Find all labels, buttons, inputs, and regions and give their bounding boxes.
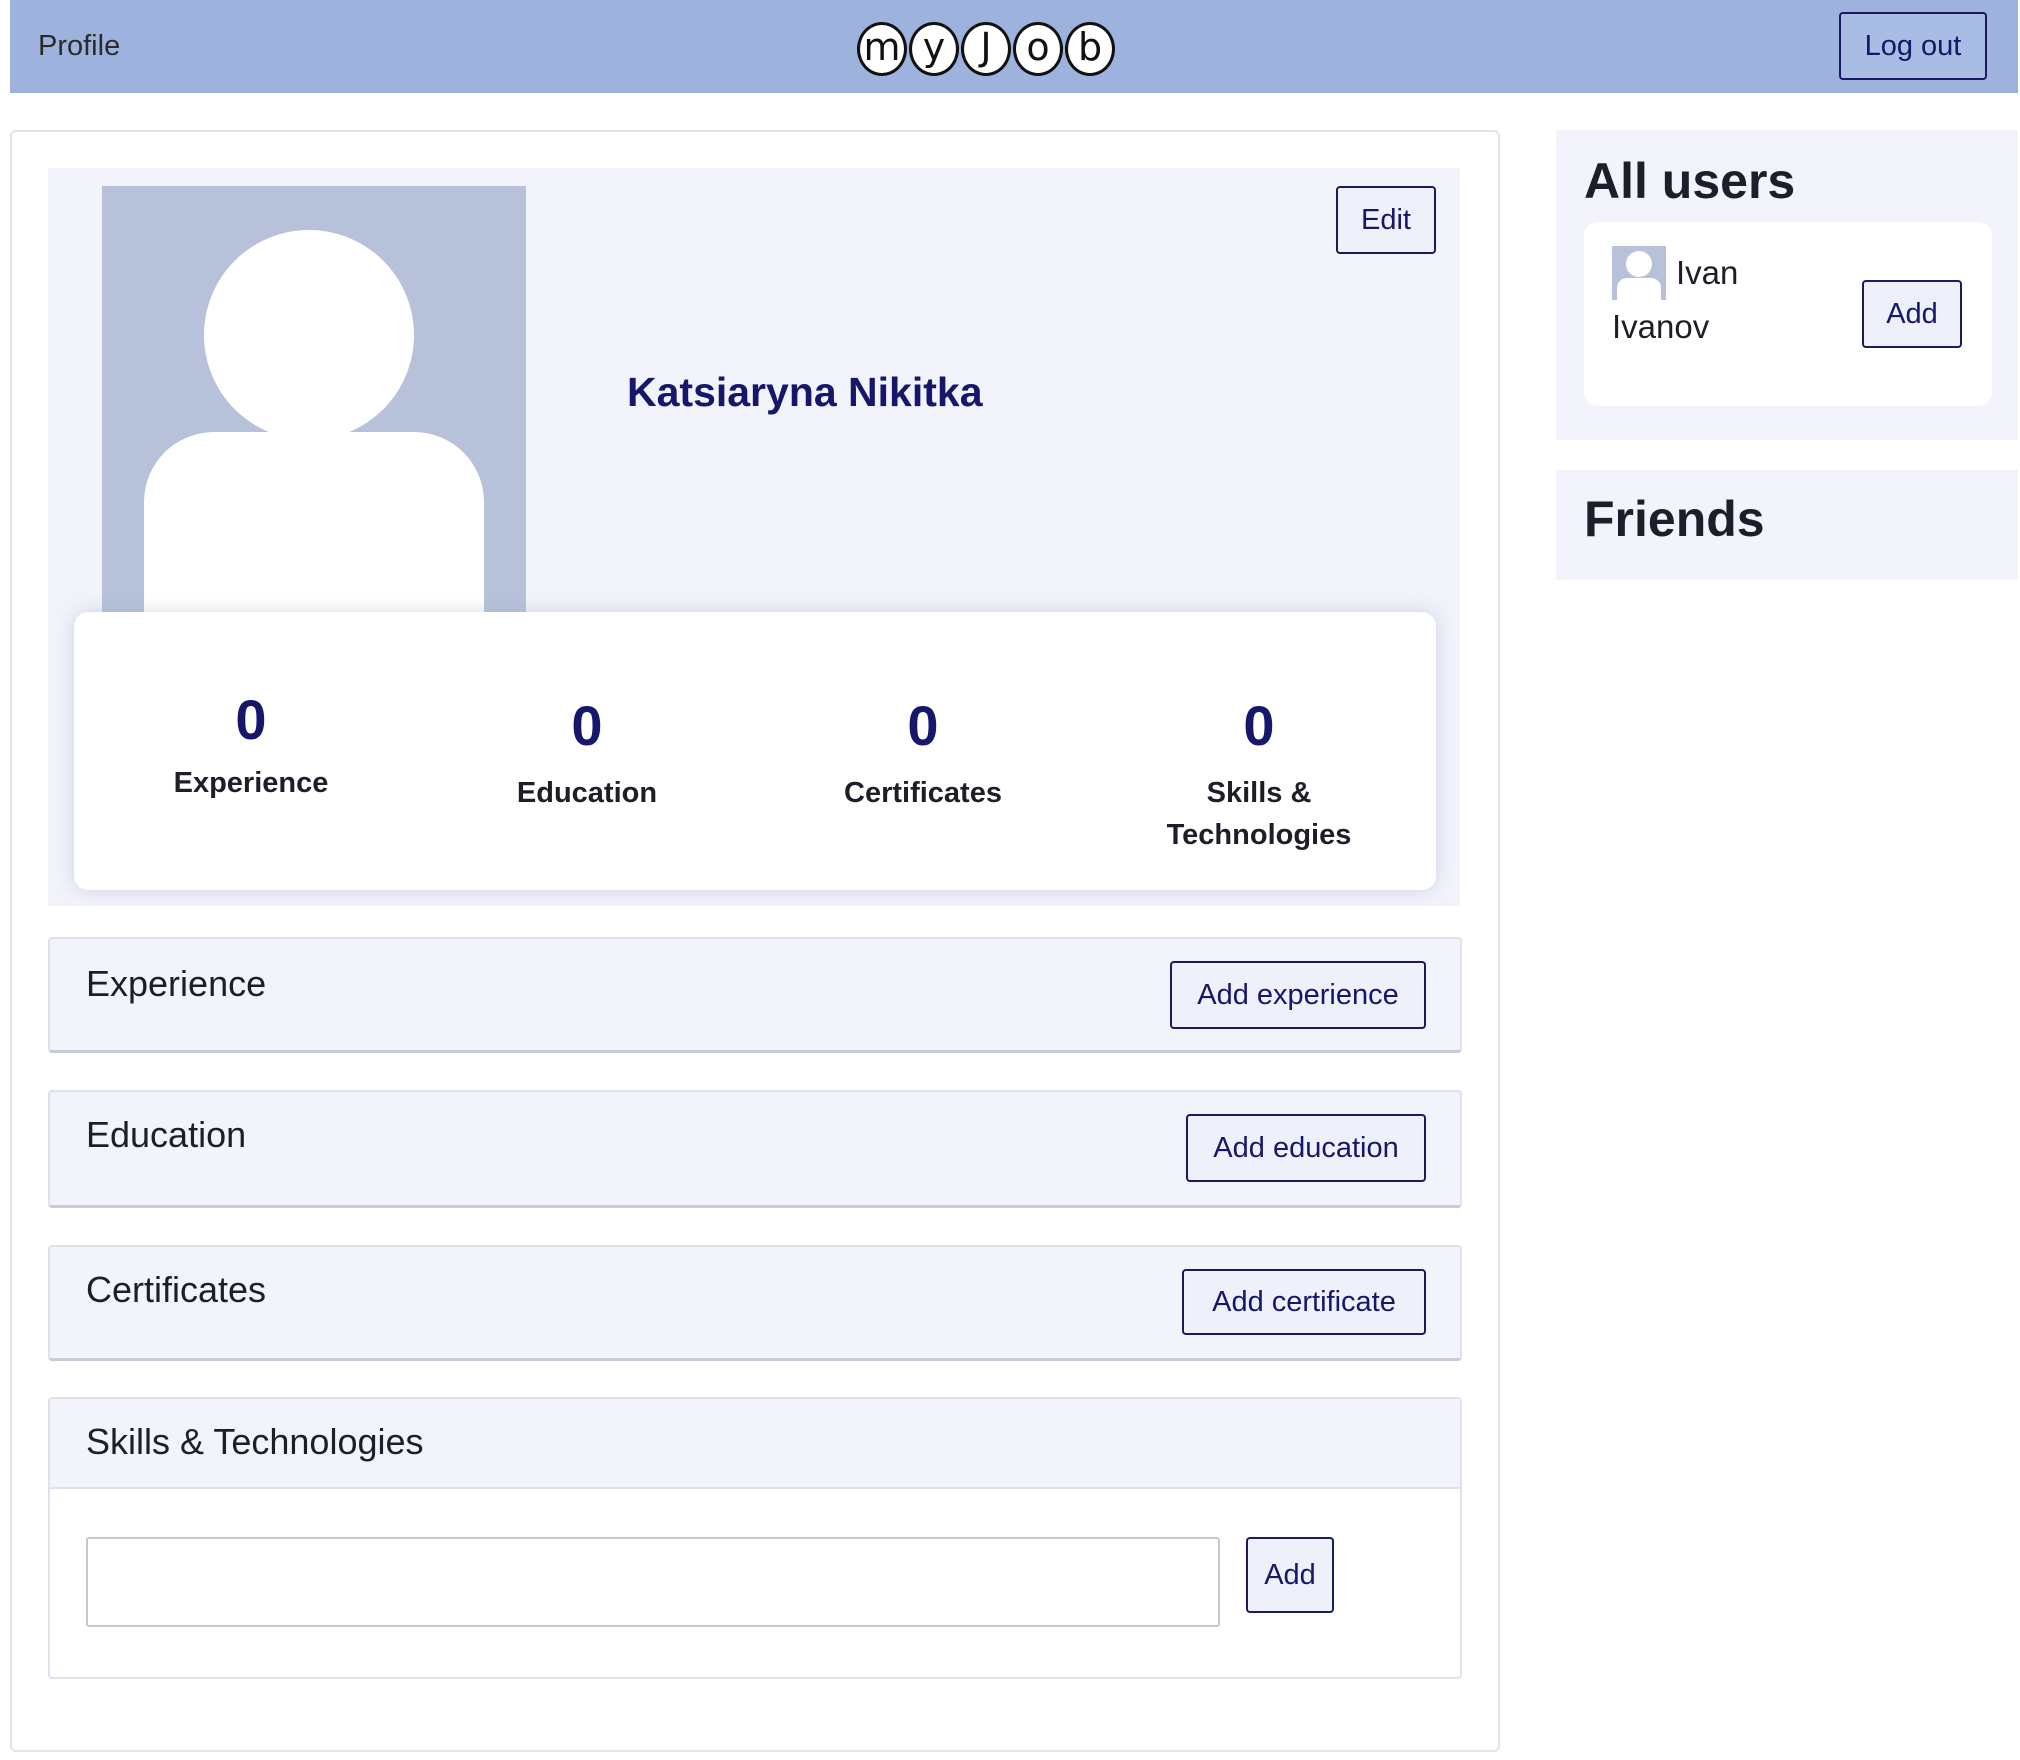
logout-button[interactable]: Log out [1839, 12, 1987, 80]
section-title: Education [86, 1114, 247, 1155]
page-title: Profile [38, 30, 121, 62]
stat-value: 0 [571, 694, 603, 757]
education-section: Education Add education [48, 1090, 1462, 1208]
stat-experience: 0 Experience [101, 692, 401, 804]
add-certificate-button[interactable]: Add certificate [1182, 1269, 1426, 1335]
logo-letter: m [857, 22, 907, 76]
profile-name: Katsiaryna Nikitka [627, 369, 983, 415]
section-title: Experience [86, 963, 267, 1004]
certificates-section: Certificates Add certificate [48, 1245, 1462, 1361]
stat-label: Education [516, 777, 658, 809]
stat-certificates: 0 Certificates [773, 698, 1073, 814]
myjob-logo[interactable]: m y J o b [857, 22, 1117, 76]
stat-label: Skills & Technologies [1166, 777, 1352, 851]
friends-panel: Friends [1556, 470, 2018, 580]
stat-education: 0 Education [437, 698, 737, 814]
all-users-panel: All users Ivan Ivanov Add [1556, 130, 2018, 440]
skill-input[interactable] [86, 1537, 1220, 1627]
skills-header: Skills & Technologies [50, 1399, 1460, 1489]
stat-label: Certificates [844, 777, 1002, 809]
user-placeholder-body [144, 432, 484, 616]
add-experience-button[interactable]: Add experience [1170, 961, 1426, 1029]
user-name-text: Ivan Ivanov [1612, 254, 1739, 345]
panel-title: Friends [1584, 491, 1765, 547]
logo-letter: b [1065, 22, 1115, 76]
user-placeholder-icon [204, 230, 414, 440]
section-title: Skills & Technologies [86, 1421, 424, 1462]
section-title: Certificates [86, 1269, 267, 1310]
edit-profile-button[interactable]: Edit [1336, 186, 1436, 254]
logo-letter: o [1013, 22, 1063, 76]
profile-avatar [102, 186, 526, 616]
stat-label: Experience [173, 767, 329, 799]
stat-value: 0 [235, 688, 267, 751]
logo-letter: J [961, 22, 1011, 76]
add-skill-button[interactable]: Add [1246, 1537, 1334, 1613]
stat-value: 0 [1243, 694, 1275, 757]
profile-stats: 0 Experience 0 Education 0 Certificates … [74, 612, 1436, 890]
stat-value: 0 [907, 694, 939, 757]
add-education-button[interactable]: Add education [1186, 1114, 1426, 1182]
panel-title: All users [1584, 153, 1796, 209]
user-card: Ivan Ivanov Add [1584, 222, 1992, 406]
stat-skills: 0 Skills & Technologies [1109, 698, 1409, 856]
experience-section: Experience Add experience [48, 937, 1462, 1053]
user-name[interactable]: Ivan Ivanov [1612, 246, 1782, 354]
logo-letter: y [909, 22, 959, 76]
add-friend-button[interactable]: Add [1862, 280, 1962, 348]
top-navbar: Profile m y J o b Log out [10, 0, 2018, 93]
skills-section: Skills & Technologies Add [48, 1397, 1462, 1679]
